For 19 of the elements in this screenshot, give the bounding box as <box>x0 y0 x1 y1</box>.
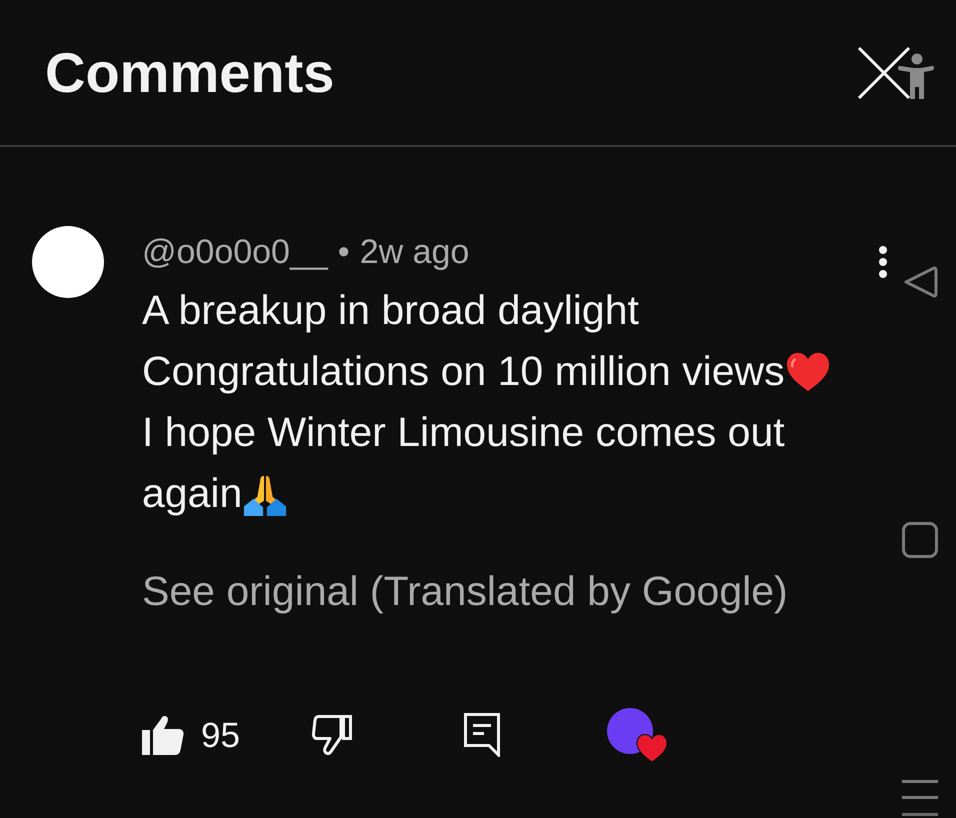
accessibility-icon[interactable] <box>897 53 935 100</box>
back-icon[interactable] <box>903 265 938 299</box>
separator-dot: • <box>338 232 350 272</box>
comment-text: A breakup in broad daylight <box>142 286 639 335</box>
comment-text: Congratulations on 10 million views <box>142 347 785 396</box>
close-button[interactable] <box>858 46 910 98</box>
heart-emoji-icon <box>784 350 831 392</box>
comment-text: again <box>142 469 242 518</box>
dislike-button[interactable] <box>312 715 352 755</box>
recent-apps-icon[interactable] <box>902 780 938 816</box>
comment-time: 2w ago <box>360 232 470 272</box>
panel-title: Comments <box>45 44 334 100</box>
reply-button[interactable] <box>464 713 500 757</box>
home-icon[interactable] <box>902 522 938 558</box>
comment-text: I hope Winter Limousine comes out <box>142 408 785 457</box>
more-options-button[interactable] <box>878 246 888 278</box>
comment-author[interactable]: @o0o0o0__ <box>142 232 328 272</box>
like-button[interactable]: 95 <box>142 710 240 760</box>
see-original-link[interactable]: See original (Translated by Google) <box>142 568 788 614</box>
